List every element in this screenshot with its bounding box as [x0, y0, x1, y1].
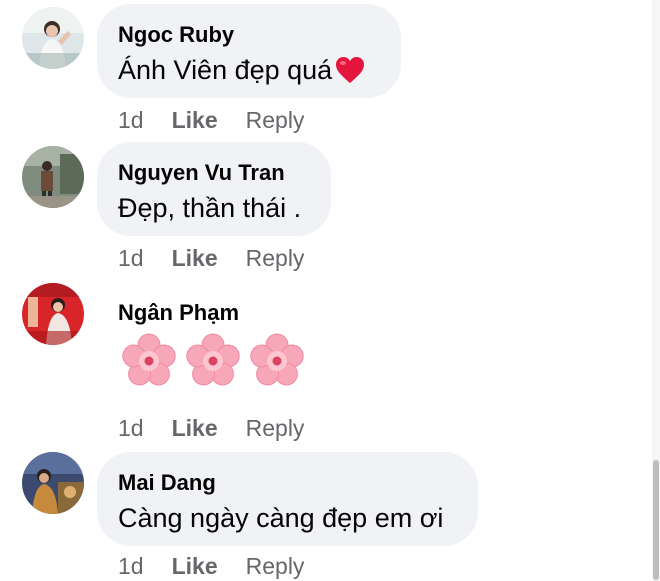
comment-timestamp[interactable]: 1d — [118, 552, 144, 580]
comment-actions: 1d Like Reply — [118, 552, 304, 580]
like-button[interactable]: Like — [172, 552, 218, 580]
avatar[interactable] — [22, 283, 84, 345]
comment-text: Đẹp, thần thái . — [118, 192, 305, 224]
like-button[interactable]: Like — [172, 106, 218, 134]
comment-author[interactable]: Ngân Phạm — [118, 300, 239, 326]
avatar[interactable] — [22, 7, 84, 69]
comment-timestamp[interactable]: 1d — [118, 106, 144, 134]
cherry-blossom-icon — [122, 333, 176, 386]
comment-actions: 1d Like Reply — [118, 244, 304, 272]
scrollbar[interactable] — [652, 0, 660, 581]
comment-author[interactable]: Nguyen Vu Tran — [118, 160, 305, 186]
comment-text: Càng ngày càng đẹp em ơi — [118, 502, 452, 534]
comment-author[interactable]: Mai Dang — [118, 470, 452, 496]
comment-text: Ánh Viên đẹp quá — [118, 54, 375, 86]
reply-button[interactable]: Reply — [246, 414, 305, 442]
like-button[interactable]: Like — [172, 414, 218, 442]
comment-timestamp[interactable]: 1d — [118, 244, 144, 272]
heart-icon — [336, 57, 365, 83]
scrollbar-thumb[interactable] — [653, 460, 659, 580]
avatar[interactable] — [22, 452, 84, 514]
comment-bubble: Mai Dang Càng ngày càng đẹp em ơi — [97, 452, 478, 546]
comment-bubble: Ngoc Ruby Ánh Viên đẹp quá — [97, 4, 401, 98]
reply-button[interactable]: Reply — [246, 106, 305, 134]
comment-actions: 1d Like Reply — [118, 106, 304, 134]
comment-text-content: Ánh Viên đẹp quá — [118, 55, 333, 85]
comment-text — [120, 332, 306, 390]
cherry-blossom-icon — [186, 333, 240, 386]
comment-actions: 1d Like Reply — [118, 414, 304, 442]
comment-thread: Ngoc Ruby Ánh Viên đẹp quá 1d Like Reply — [0, 0, 660, 581]
comment-author[interactable]: Ngoc Ruby — [118, 22, 375, 48]
comment-text-content: Càng ngày càng đẹp em ơi — [118, 503, 444, 533]
comment-text-content: Đẹp, thần thái . — [118, 193, 302, 223]
reply-button[interactable]: Reply — [246, 244, 305, 272]
comment-bubble: Nguyen Vu Tran Đẹp, thần thái . — [97, 142, 331, 236]
avatar[interactable] — [22, 146, 84, 208]
cherry-blossom-icon — [250, 333, 304, 386]
like-button[interactable]: Like — [172, 244, 218, 272]
comment-timestamp[interactable]: 1d — [118, 414, 144, 442]
reply-button[interactable]: Reply — [246, 552, 305, 580]
